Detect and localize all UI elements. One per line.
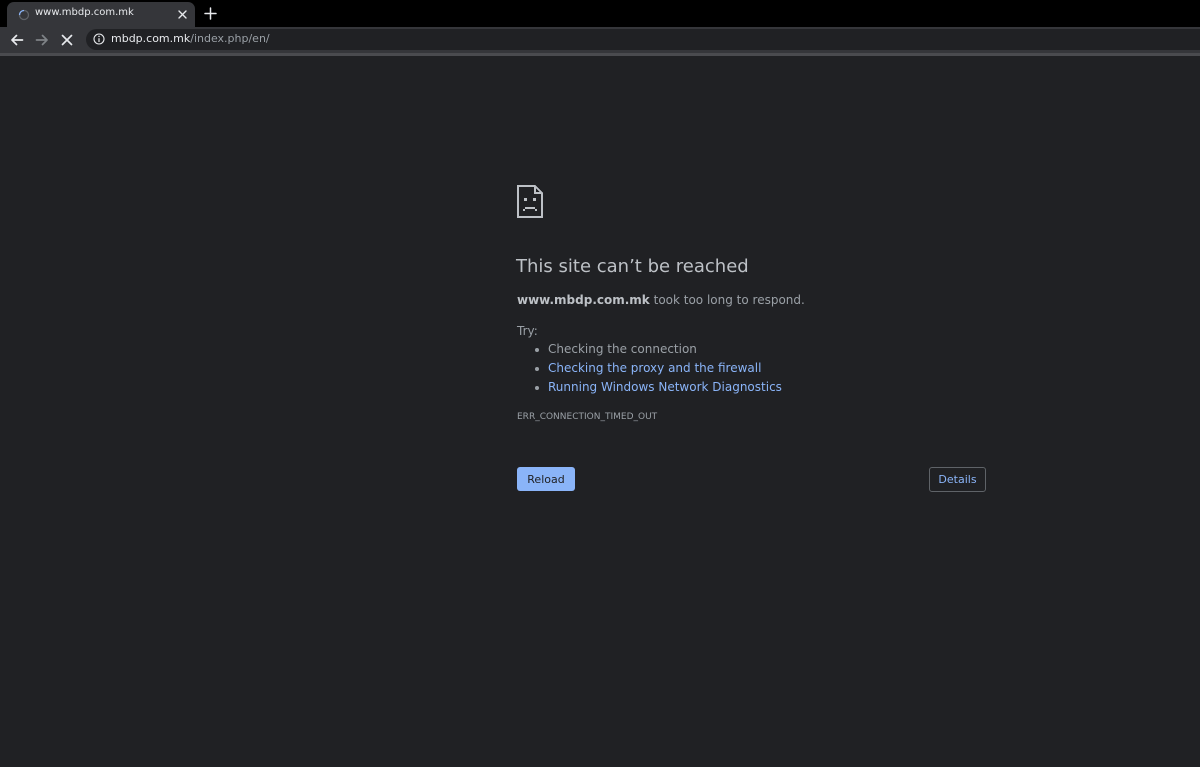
loading-spinner-icon	[18, 9, 30, 21]
error-code: ERR_CONNECTION_TIMED_OUT	[517, 412, 658, 422]
arrow-left-icon[interactable]	[10, 33, 24, 47]
browser-toolbar: mbdp.com.mk/index.php/en/	[0, 27, 1200, 53]
error-description: www.mbdp.com.mk took too long to respond…	[517, 293, 805, 307]
try-label: Try:	[517, 324, 538, 338]
list-item: Checking the connection	[532, 342, 782, 361]
plus-icon[interactable]	[204, 7, 217, 20]
tab-title: www.mbdp.com.mk	[35, 7, 134, 18]
suggestion-network-diagnostics-link[interactable]: Running Windows Network Diagnostics	[548, 380, 782, 394]
arrow-right-icon[interactable]	[35, 33, 49, 47]
url-text[interactable]: mbdp.com.mk/index.php/en/	[111, 32, 270, 45]
page-title: This site can’t be reached	[516, 256, 749, 277]
error-page: This site can’t be reached www.mbdp.com.…	[0, 56, 1200, 767]
reload-button[interactable]: Reload	[517, 467, 575, 491]
sad-page-icon	[517, 185, 543, 218]
close-icon[interactable]	[177, 9, 188, 20]
address-bar[interactable]: mbdp.com.mk/index.php/en/	[86, 29, 1200, 50]
list-item: Checking the proxy and the firewall	[532, 361, 782, 380]
suggestion-check-connection: Checking the connection	[548, 342, 697, 356]
info-icon[interactable]	[93, 33, 105, 45]
suggestions-list: Checking the connection Checking the pro…	[532, 342, 782, 399]
suggestion-check-proxy-link[interactable]: Checking the proxy and the firewall	[548, 361, 761, 375]
tab-strip: www.mbdp.com.mk	[0, 0, 1200, 27]
list-item: Running Windows Network Diagnostics	[532, 380, 782, 399]
details-button[interactable]: Details	[929, 467, 986, 492]
browser-tab[interactable]: www.mbdp.com.mk	[7, 2, 195, 27]
stop-icon[interactable]	[60, 33, 74, 47]
error-host: www.mbdp.com.mk	[517, 293, 650, 307]
url-path: /index.php/en/	[190, 32, 270, 45]
url-host: mbdp.com.mk	[111, 32, 191, 45]
error-message: took too long to respond.	[649, 293, 805, 307]
